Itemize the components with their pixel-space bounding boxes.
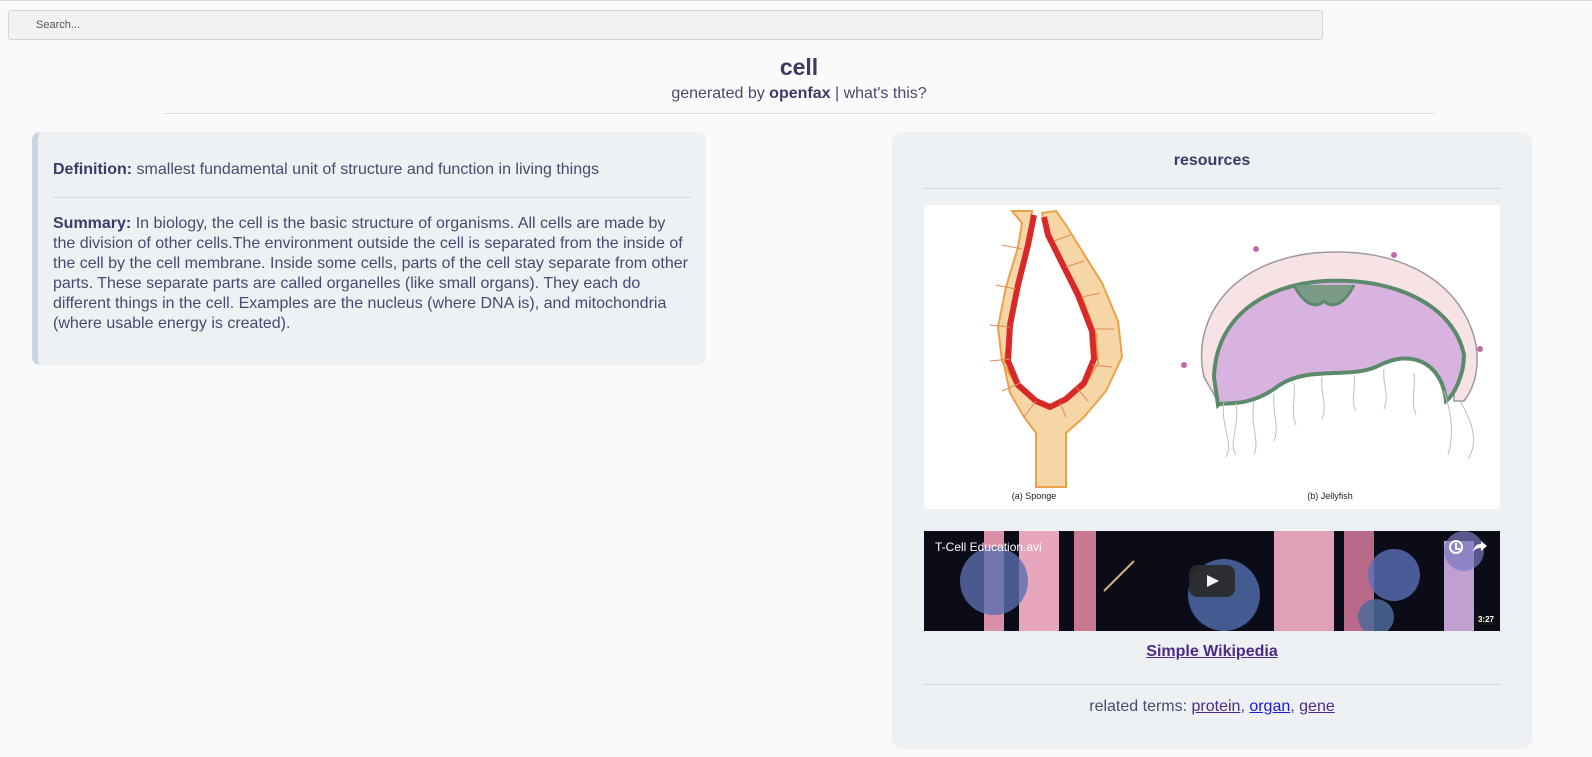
summary: Summary: In biology, the cell is the bas… xyxy=(53,214,692,334)
play-button[interactable] xyxy=(1189,565,1235,597)
search-input[interactable] xyxy=(8,10,1323,40)
sponge-caption: (a) Sponge xyxy=(1012,491,1057,501)
jellyfish-caption: (b) Jellyfish xyxy=(1307,491,1353,501)
byline-separator: | xyxy=(834,85,840,102)
resources-divider xyxy=(924,188,1500,189)
definition: Definition: smallest fundamental unit of… xyxy=(53,160,692,180)
brand-name: openfax xyxy=(769,85,831,102)
summary-label: Summary: xyxy=(53,215,132,232)
sponge-jellyfish-figure: (a) Sponge (b) Jellyfish xyxy=(924,205,1500,509)
related-term-gene[interactable]: gene xyxy=(1299,698,1335,715)
related-terms-label: related terms: xyxy=(1089,698,1188,715)
video-duration: 3:27 xyxy=(1475,615,1496,625)
links-divider xyxy=(924,684,1500,685)
share-icon[interactable] xyxy=(1472,538,1488,554)
video-title[interactable]: T-Cell Education.avi xyxy=(935,540,1042,554)
page-title: cell xyxy=(779,54,819,80)
watch-later-icon[interactable] xyxy=(1449,540,1463,554)
card-divider xyxy=(53,197,692,198)
related-term-organ[interactable]: organ xyxy=(1249,698,1290,715)
definition-label: Definition: xyxy=(53,161,133,178)
summary-text: In biology, the cell is the basic struct… xyxy=(53,215,688,332)
related-terms: related terms: protein, organ, gene xyxy=(1089,698,1335,715)
header-divider xyxy=(163,113,1435,114)
video-player[interactable]: T-Cell Education.avi 3:27 xyxy=(924,531,1500,631)
whats-this-link[interactable]: what's this? xyxy=(844,85,927,102)
definition-card: Definition: smallest fundamental unit of… xyxy=(32,132,706,365)
byline: generated by openfax | what's this? xyxy=(0,85,1592,103)
related-term-protein[interactable]: protein xyxy=(1192,698,1241,715)
definition-text: smallest fundamental unit of structure a… xyxy=(136,161,600,178)
resources-card: resources (a) Sponge (b) Jellyfish T-Cel… xyxy=(892,132,1532,749)
simple-wikipedia-link[interactable]: Simple Wikipedia xyxy=(892,643,1532,661)
resources-title: resources xyxy=(1173,152,1251,169)
byline-prefix: generated by xyxy=(671,85,765,102)
